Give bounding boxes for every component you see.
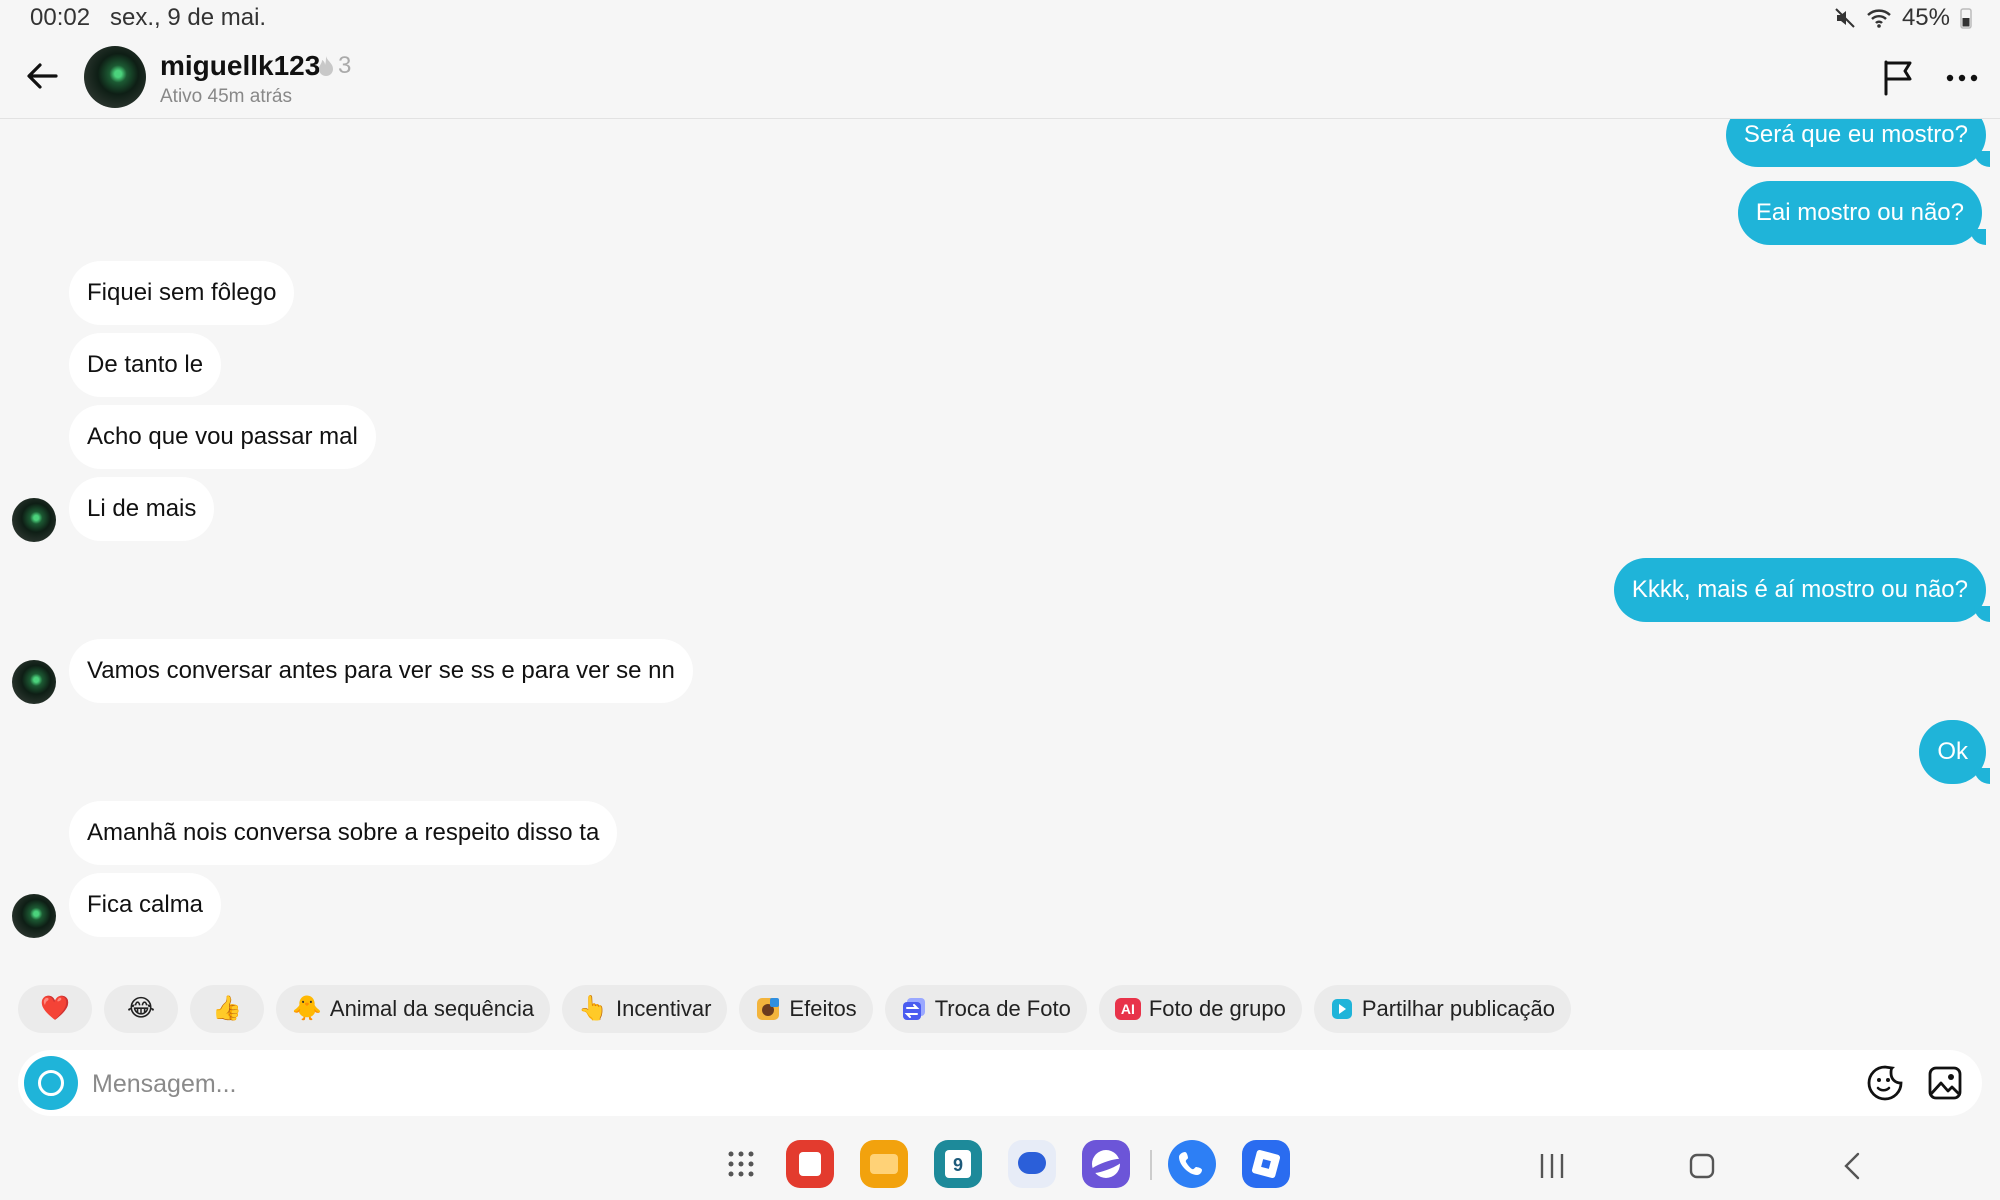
- message-list[interactable]: Será que eu mostro? Eai mostro ou não? F…: [0, 119, 2000, 979]
- wifi-icon: [1867, 9, 1891, 28]
- message-bubble-incoming[interactable]: Vamos conversar antes para ver se ss e p…: [69, 639, 693, 703]
- files-app-icon[interactable]: [860, 1140, 908, 1188]
- share-post-chip[interactable]: Partilhar publicação: [1313, 985, 1572, 1033]
- back-arrow-icon[interactable]: [22, 56, 62, 96]
- message-bubble-incoming[interactable]: Fiquei sem fôlego: [69, 261, 295, 325]
- chick-icon: 🐥: [292, 995, 322, 1022]
- flag-icon[interactable]: [1880, 58, 1918, 98]
- home-icon[interactable]: [1682, 1148, 1722, 1184]
- message-bubble-outgoing[interactable]: Ok: [1919, 720, 1990, 784]
- chip-label: Foto de grupo: [1148, 996, 1286, 1021]
- streak-badge: 3: [318, 52, 351, 80]
- thumbs-up-icon: 👍: [212, 995, 242, 1022]
- avatar[interactable]: [84, 46, 146, 108]
- streak-count: 3: [338, 52, 352, 79]
- contact-username[interactable]: miguellk123: [160, 50, 320, 82]
- photo-swap-chip[interactable]: Troca de Foto: [884, 985, 1087, 1033]
- chip-label: Animal da sequência: [329, 996, 535, 1021]
- effects-icon: [757, 998, 780, 1020]
- group-photo-chip[interactable]: AI Foto de grupo: [1098, 985, 1302, 1033]
- sender-avatar[interactable]: [12, 498, 56, 542]
- battery-icon: [1960, 8, 1972, 29]
- cheer-chip[interactable]: 👆 Incentivar: [562, 985, 728, 1033]
- notes-app-icon[interactable]: [786, 1140, 834, 1188]
- phone-icon: [1179, 1152, 1202, 1175]
- chip-label: Efeitos: [789, 996, 857, 1021]
- app-drawer-icon[interactable]: [727, 1150, 755, 1178]
- share-post-icon: [1331, 999, 1352, 1019]
- status-date: sex., 9 de mai.: [110, 4, 267, 31]
- message-bubble-incoming[interactable]: Fica calma: [69, 873, 222, 937]
- more-icon[interactable]: [1942, 62, 1982, 94]
- phone-app-icon[interactable]: [1168, 1140, 1216, 1188]
- message-bubble-outgoing[interactable]: Kkkk, mais é aí mostro ou não?: [1613, 558, 1991, 622]
- flame-icon: [319, 56, 333, 76]
- quick-replies: ❤️ 😂 👍 🐥 Animal da sequência 👆 Incentiva…: [18, 985, 1572, 1033]
- browser-app-icon[interactable]: [1082, 1140, 1130, 1188]
- react-heart-chip[interactable]: ❤️: [18, 985, 92, 1033]
- camera-button[interactable]: [24, 1056, 78, 1110]
- heart-icon: ❤️: [40, 995, 70, 1022]
- dock-divider: [1150, 1150, 1152, 1180]
- chip-label: Partilhar publicação: [1361, 996, 1556, 1021]
- mute-icon: [1835, 8, 1855, 28]
- status-time: 00:02: [30, 4, 91, 31]
- gallery-icon[interactable]: [1926, 1064, 1964, 1102]
- activity-status: Ativo 45m atrás: [160, 86, 292, 107]
- sticker-icon[interactable]: [1866, 1064, 1904, 1102]
- message-bubble-outgoing[interactable]: Eai mostro ou não?: [1737, 181, 1987, 245]
- laugh-icon: 😂: [126, 995, 156, 1022]
- recents-icon[interactable]: [1532, 1148, 1572, 1184]
- effects-chip[interactable]: Efeitos: [739, 985, 873, 1033]
- message-bubble-incoming[interactable]: Acho que vou passar mal: [69, 405, 376, 469]
- game-app-icon[interactable]: [1242, 1140, 1290, 1188]
- message-input[interactable]: [90, 1050, 1854, 1118]
- pointing-hand-icon: 👆: [578, 995, 609, 1022]
- calendar-app-icon[interactable]: 9: [934, 1140, 982, 1188]
- react-laugh-chip[interactable]: 😂: [104, 985, 178, 1033]
- ai-badge-icon: AI: [1114, 998, 1141, 1020]
- calendar-day: 9: [945, 1150, 971, 1178]
- status-icons: 45%: [1834, 4, 1972, 32]
- battery-percent: 45%: [1901, 4, 1950, 31]
- message-bubble-incoming[interactable]: Li de mais: [69, 477, 215, 541]
- sender-avatar[interactable]: [12, 894, 56, 938]
- chip-label: Troca de Foto: [934, 996, 1071, 1021]
- status-bar: 00:02 sex., 9 de mai. 45%: [0, 0, 2000, 36]
- messages-app-icon[interactable]: [1008, 1140, 1056, 1188]
- photo-swap-icon: [902, 998, 925, 1020]
- message-bubble-incoming[interactable]: De tanto le: [69, 333, 222, 397]
- system-dock: 9: [0, 1128, 2000, 1200]
- message-bubble-outgoing[interactable]: Será que eu mostro?: [1725, 119, 1991, 167]
- react-thumbs-chip[interactable]: 👍: [190, 985, 264, 1033]
- chat-header: miguellk123 3 Ativo 45m atrás: [0, 36, 2000, 119]
- message-composer: [18, 1050, 1982, 1118]
- chip-label: Incentivar: [616, 996, 712, 1021]
- streak-animal-chip[interactable]: 🐥 Animal da sequência: [276, 985, 551, 1033]
- camera-icon: [38, 1070, 64, 1096]
- nav-back-icon[interactable]: [1834, 1148, 1874, 1184]
- message-bubble-incoming[interactable]: Amanhã nois conversa sobre a respeito di…: [69, 801, 618, 865]
- sender-avatar[interactable]: [12, 660, 56, 704]
